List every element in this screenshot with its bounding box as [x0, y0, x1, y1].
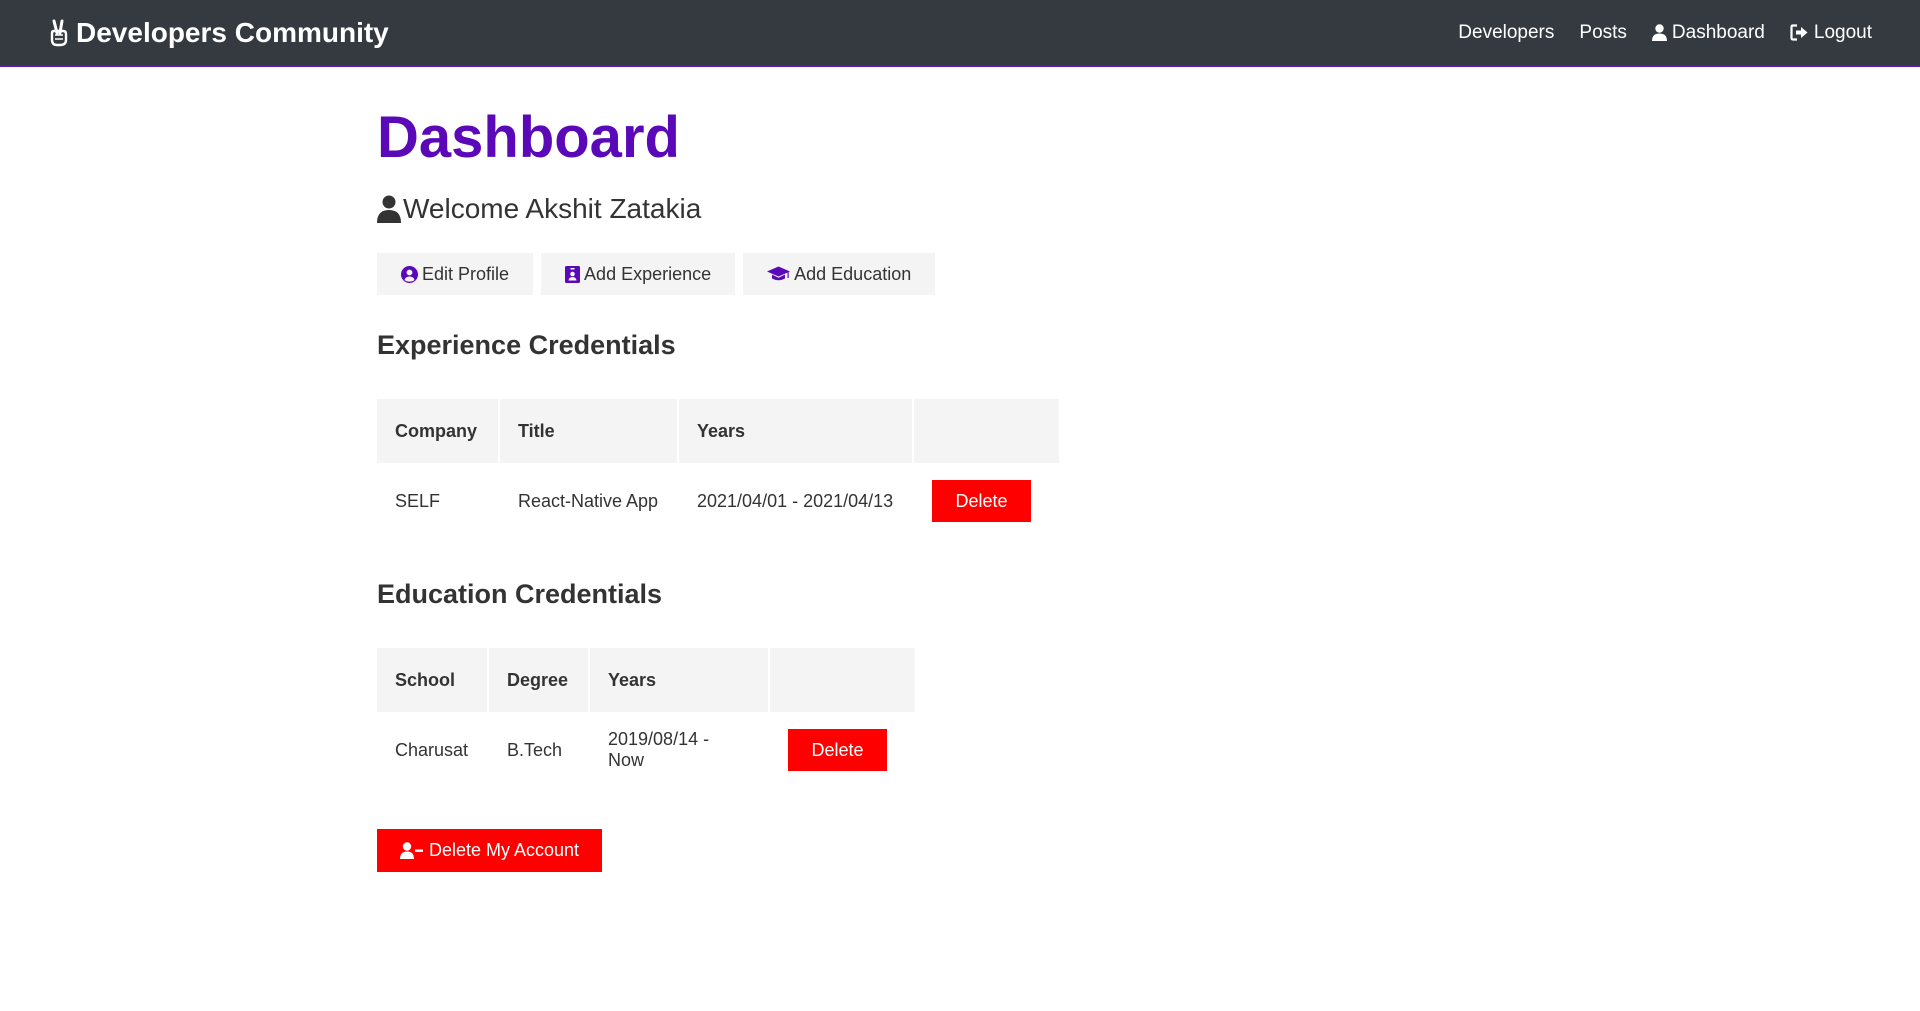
- nav-developers-label: Developers: [1458, 21, 1555, 43]
- brand-name: Developers Community: [76, 16, 389, 48]
- education-school: Charusat: [395, 739, 469, 760]
- nav-logout-link[interactable]: Logout: [1790, 22, 1872, 44]
- welcome-text: Welcome Akshit Zatakia: [403, 193, 702, 224]
- user-icon: [1651, 24, 1667, 41]
- column-header: Title: [500, 399, 677, 463]
- user-minus-icon: [399, 842, 423, 859]
- experience-title: React-Native App: [518, 490, 659, 511]
- education-degree: B.Tech: [507, 739, 563, 760]
- brand-link[interactable]: Developers Community: [48, 17, 389, 49]
- experience-company: SELF: [395, 490, 441, 511]
- graduation-cap-icon: [767, 266, 791, 282]
- nav-posts-link[interactable]: Posts: [1579, 22, 1627, 44]
- dashboard-actions: Edit Profile Add Experience Add Educatio…: [377, 253, 1547, 295]
- column-header-actions: [770, 648, 915, 712]
- dashboard-container: Dashboard Welcome Akshit Zatakia Edit Pr…: [377, 67, 1547, 872]
- delete-account-button[interactable]: Delete My Account: [377, 829, 602, 872]
- edit-profile-button[interactable]: Edit Profile: [377, 253, 534, 295]
- education-actions-cell: Delete: [770, 714, 915, 786]
- add-education-button[interactable]: Add Education: [743, 253, 936, 295]
- column-header: Years: [590, 648, 768, 712]
- experience-section-title: Experience Credentials: [377, 330, 676, 360]
- experience-table: Company Title Years SELF React-Native Ap…: [375, 397, 1061, 539]
- column-header: Years: [679, 399, 912, 463]
- add-experience-label: Add Experience: [584, 263, 712, 284]
- education-years: 2019/08/14 - Now: [608, 729, 710, 770]
- user-circle-icon: [401, 265, 418, 283]
- id-badge-icon: [565, 265, 581, 283]
- table-header-row: School Degree Years: [377, 648, 915, 712]
- sign-out-icon: [1790, 24, 1809, 41]
- hand-peace-icon: [48, 19, 70, 47]
- delete-experience-button[interactable]: Delete: [932, 480, 1031, 522]
- delete-account-label: Delete My Account: [428, 840, 580, 860]
- column-header: Company: [377, 399, 498, 463]
- nav-developers-link[interactable]: Developers: [1458, 22, 1554, 44]
- edit-profile-label: Edit Profile: [422, 263, 510, 284]
- table-row: SELF React-Native App 2021/04/01 - 2021/…: [377, 465, 1059, 537]
- add-education-label: Add Education: [794, 263, 912, 284]
- add-experience-button[interactable]: Add Experience: [541, 253, 736, 295]
- column-header: Degree: [489, 648, 588, 712]
- nav-dashboard-link[interactable]: Dashboard: [1651, 21, 1765, 44]
- table-row: Charusat B.Tech 2019/08/14 - Now Delete: [377, 714, 915, 786]
- experience-years: 2021/04/01 - 2021/04/13: [697, 490, 894, 511]
- page-title: Dashboard: [377, 105, 680, 170]
- welcome-message: Welcome Akshit Zatakia: [377, 193, 1547, 225]
- nav-posts-label: Posts: [1579, 21, 1627, 43]
- user-icon: [377, 195, 401, 223]
- column-header: School: [377, 648, 487, 712]
- nav-logout-label: Logout: [1813, 21, 1872, 43]
- nav-links: Developers Posts Dashboard Logout: [1433, 22, 1872, 44]
- education-section-title: Education Credentials: [377, 579, 663, 609]
- table-header-row: Company Title Years: [377, 399, 1059, 463]
- experience-actions-cell: Delete: [914, 465, 1059, 537]
- column-header-actions: [914, 399, 1059, 463]
- nav-dashboard-label: Dashboard: [1671, 21, 1765, 43]
- navbar: Developers Community Developers Posts Da…: [0, 0, 1920, 67]
- education-table: School Degree Years Charusat B.Tech 2019…: [375, 646, 917, 788]
- delete-education-button[interactable]: Delete: [788, 729, 887, 771]
